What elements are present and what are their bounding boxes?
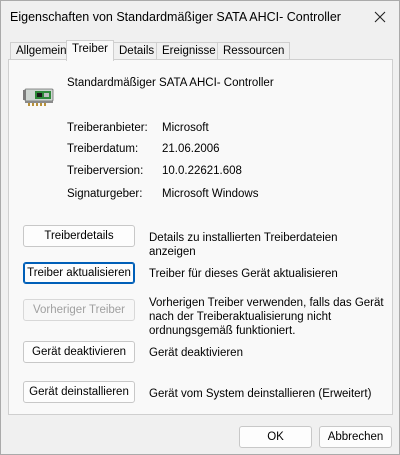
driver-provider-value: Microsoft — [162, 122, 209, 134]
disk-controller-icon — [23, 88, 54, 106]
driver-version-label: Treiberversion: — [67, 165, 144, 177]
cancel-button[interactable]: Abbrechen — [319, 426, 392, 448]
update-driver-description: Treiber für dieses Gerät aktualisieren — [149, 268, 338, 280]
roll-back-driver-button: Vorheriger Treiber — [23, 299, 135, 321]
device-name: Standardmäßiger SATA AHCI- Controller — [67, 77, 274, 89]
driver-date-label: Treiberdatum: — [67, 143, 139, 155]
uninstall-device-description: Gerät vom System deinstallieren (Erweite… — [149, 388, 372, 400]
tab-details[interactable]: Details — [113, 42, 161, 60]
tab-treiber[interactable]: Treiber — [66, 40, 114, 61]
digital-signer-label: Signaturgeber: — [67, 188, 143, 200]
window-title: Eigenschaften von Standardmäßiger SATA A… — [10, 10, 341, 24]
title-bar: Eigenschaften von Standardmäßiger SATA A… — [1, 1, 399, 35]
driver-details-description: Details zu installierten Treiberdateien … — [149, 232, 338, 258]
ok-button[interactable]: OK — [239, 426, 312, 448]
driver-provider-label: Treiberanbieter: — [67, 122, 148, 134]
digital-signer-value: Microsoft Windows — [162, 188, 259, 200]
properties-dialog: Eigenschaften von Standardmäßiger SATA A… — [0, 0, 400, 455]
disable-device-description: Gerät deaktivieren — [149, 347, 243, 359]
tab-ressourcen[interactable]: Ressourcen — [217, 42, 291, 60]
driver-details-button[interactable]: Treiberdetails — [23, 225, 135, 247]
update-driver-button[interactable]: Treiber aktualisieren — [23, 262, 135, 284]
tab-ereignisse[interactable]: Ereignisse — [156, 42, 222, 60]
disable-device-button[interactable]: Gerät deaktivieren — [23, 341, 135, 363]
close-button[interactable] — [367, 6, 393, 28]
tab-allgemein[interactable]: Allgemein — [10, 42, 73, 60]
uninstall-device-button[interactable]: Gerät deinstallieren — [23, 381, 135, 403]
roll-back-driver-description: Vorherigen Treiber verwenden, falls das … — [149, 297, 384, 337]
driver-date-value: 21.06.2006 — [162, 143, 220, 155]
driver-version-value: 10.0.22621.608 — [162, 165, 242, 177]
close-icon — [374, 11, 386, 23]
